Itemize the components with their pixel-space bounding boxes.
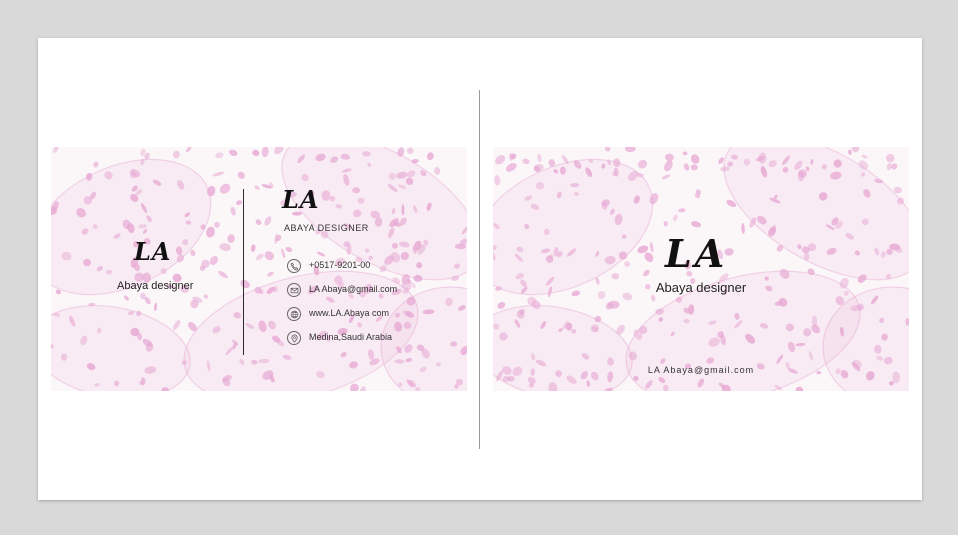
contact-phone: +0517-9201-00 (287, 259, 457, 283)
vertical-separator (243, 189, 244, 355)
role-title: ABAYA DESIGNER (284, 223, 369, 233)
globe-icon (287, 307, 301, 321)
business-card-back[interactable]: LA Abaya designer LA Abaya@gmail.com (493, 147, 909, 391)
phone-icon (287, 259, 301, 273)
document-page: LA Abaya designer LA ABAYA DESIGNER +051… (38, 38, 922, 500)
email-icon (287, 283, 301, 297)
page-divider (479, 90, 480, 449)
tagline-center: Abaya designer (655, 280, 747, 295)
contact-email-text: LA Abaya@gmail.com (309, 284, 398, 294)
logo-right: LA (282, 185, 320, 214)
logo-left: LA (134, 237, 172, 266)
tagline-left: Abaya designer (117, 280, 194, 292)
contact-location: Medina,Saudi Arabia (287, 331, 457, 355)
contact-website: www.LA.Abaya com (287, 307, 457, 331)
contact-location-text: Medina,Saudi Arabia (309, 332, 393, 342)
email-center: LA Abaya@gmail.com (647, 365, 755, 375)
contact-website-text: www.LA.Abaya com (309, 308, 390, 318)
business-card-front[interactable]: LA Abaya designer LA ABAYA DESIGNER +051… (51, 147, 467, 391)
contact-email: LA Abaya@gmail.com (287, 283, 457, 307)
logo-center: LA (665, 231, 728, 276)
contact-list: +0517-9201-00 LA Abaya@gmail.com www.LA.… (287, 259, 457, 355)
contact-phone-text: +0517-9201-00 (309, 260, 371, 270)
location-pin-icon (287, 331, 301, 345)
